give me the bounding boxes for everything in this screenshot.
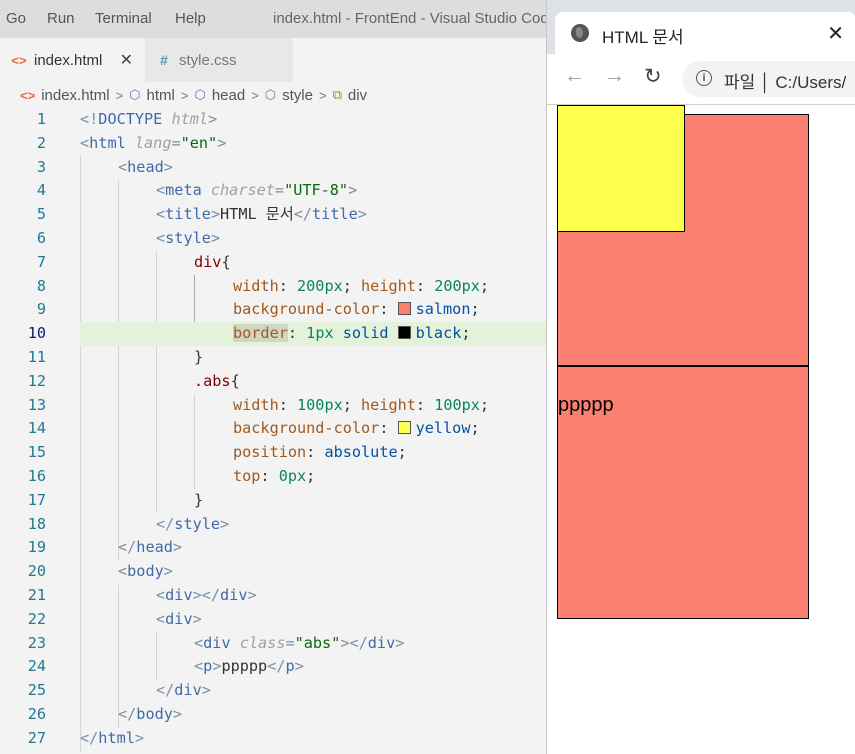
chevron-right-icon: > [251,87,259,103]
close-icon[interactable]: ✕ [120,50,133,70]
code-line-10-current: 10 border: 1px solid black; [28,322,546,346]
code-line-25: 25 </div> [27,681,211,700]
code-line-3: 3 <head> [36,157,173,176]
chevron-right-icon: > [318,87,327,103]
color-swatch[interactable] [397,326,411,340]
breadcrumb-label: style [282,86,313,104]
element-cube-icon: ⬡ [129,87,141,102]
code-line-11: 11} [27,348,204,366]
back-arrow-icon[interactable]: ← [564,64,585,88]
browser-tab-title: HTML 문서 [602,28,684,47]
tab-style-css[interactable]: # style.css [145,38,293,82]
code-editor[interactable]: 1 <!DOCTYPE html> 2 <html lang="en"> 3 <hea… [0,108,546,754]
code-line-12: 12 .abs{ [27,371,240,390]
vscode-window: Go Run Terminal Help index.html - FrontE… [0,0,557,754]
menu-go[interactable]: Go [6,10,26,27]
code-line-26: 26 </body> [27,705,183,723]
browser-tab-strip: HTML 문서 ✕ ← → ↻ i 파일 │ C:/Users/ [547,0,855,105]
forward-arrow-icon[interactable]: → [604,64,625,88]
breadcrumb-label: index.html [41,86,110,104]
code-line-20: 20 <body> [27,562,173,581]
chevron-right-icon: > [180,87,189,103]
menu-run[interactable]: Run [47,10,75,27]
code-line-24: 24 <p>ppppp</p> [27,657,304,676]
code-line-27: 27 </html> [27,728,145,747]
code-line-17: 17} [27,490,204,509]
code-line-15: 15 position: absolute; [27,443,407,462]
element-cube-icon: ⬡ [194,87,206,102]
breadcrumb-item-html[interactable]: ⬡ html [129,87,175,104]
tab-label: style.css [179,51,237,69]
breadcrumb: <> index.html > ⬡ html > ⬡ head > ⬡ style > … [0,84,546,106]
browser-window: HTML 문서 ✕ ← → ↻ i 파일 │ C:/Users/ ppppp [546,0,855,754]
address-text: 파일 │ C:/Users/ [724,73,847,92]
element-cube-icon: ⬡ [264,87,277,102]
breadcrumb-label: html [146,86,175,104]
color-swatch[interactable] [397,302,411,316]
chevron-right-icon: > [115,87,124,103]
breadcrumb-label: head [211,86,246,104]
editor-tabs: <> index.html ✕ # style.css [0,38,546,82]
code-line-21: 21 <div></div> [27,586,257,604]
breadcrumb-item-style[interactable]: ⬡ style [265,87,313,104]
menu-help[interactable]: Help [175,10,206,27]
color-swatch[interactable] [397,421,411,435]
code-line-8: 8 width: 200px; height: 200px; [36,276,490,295]
breadcrumb-label: div [347,86,368,104]
breadcrumb-item-index-html[interactable]: <> index.html [20,87,110,104]
address-bar[interactable]: i 파일 │ C:/Users/ [682,61,855,97]
menu-terminal[interactable]: Terminal [95,10,152,27]
code-line-19: 19 </head> [27,538,183,557]
globe-icon [571,24,589,42]
breadcrumb-item-head[interactable]: ⬡ head [194,87,245,104]
code-line-13: 13 width: 100px; height: 100px; [27,395,490,414]
browser-toolbar: ← → ↻ i 파일 │ C:/Users/ [547,54,855,105]
window-title: index.html - FrontEnd - Visual Studio Co… [273,10,558,27]
paragraph-text: ppppp [558,394,614,416]
breadcrumb-item-div[interactable]: ⧉ div [333,87,367,104]
code-line-9: 9 background-color: salmon; [36,300,480,319]
code-line-1: 1 <!DOCTYPE html> [36,110,218,128]
code-line-2: 2 <html lang="en"> [36,133,227,152]
yellow-abs-div [557,105,685,232]
code-line-6: 6 <style> [36,229,221,247]
page-viewport: ppppp [547,105,855,754]
close-tab-icon[interactable]: ✕ [827,21,844,46]
info-icon[interactable]: i [696,70,712,86]
reload-icon[interactable]: ↻ [644,64,662,89]
css-hash-icon: # [160,52,168,68]
code-line-16: 16 top: 0px; [27,467,316,485]
browser-tab[interactable]: HTML 문서 ✕ [555,12,855,54]
menu-bar: Go Run Terminal Help index.html - FrontE… [0,0,557,38]
code-line-7: 7 div{ [36,252,231,271]
html-icon: <> [20,87,36,103]
code-line-18: 18 </style> [27,514,230,533]
code-line-4: 4 <meta charset="UTF-8"> [36,181,358,200]
css-selector-icon: ⧉ [332,87,342,102]
code-line-5: 5 <title>HTML 문서</title> [36,205,367,224]
code-line-14: 14 background-color: yellow; [27,419,480,438]
tab-label: index.html [34,51,103,69]
tab-index-html[interactable]: <> index.html ✕ [0,38,145,82]
code-line-23: 23 <div class="abs"></div> [27,633,405,652]
code-line-22: 22 <div> [27,609,202,628]
html-icon: <> [11,52,27,68]
